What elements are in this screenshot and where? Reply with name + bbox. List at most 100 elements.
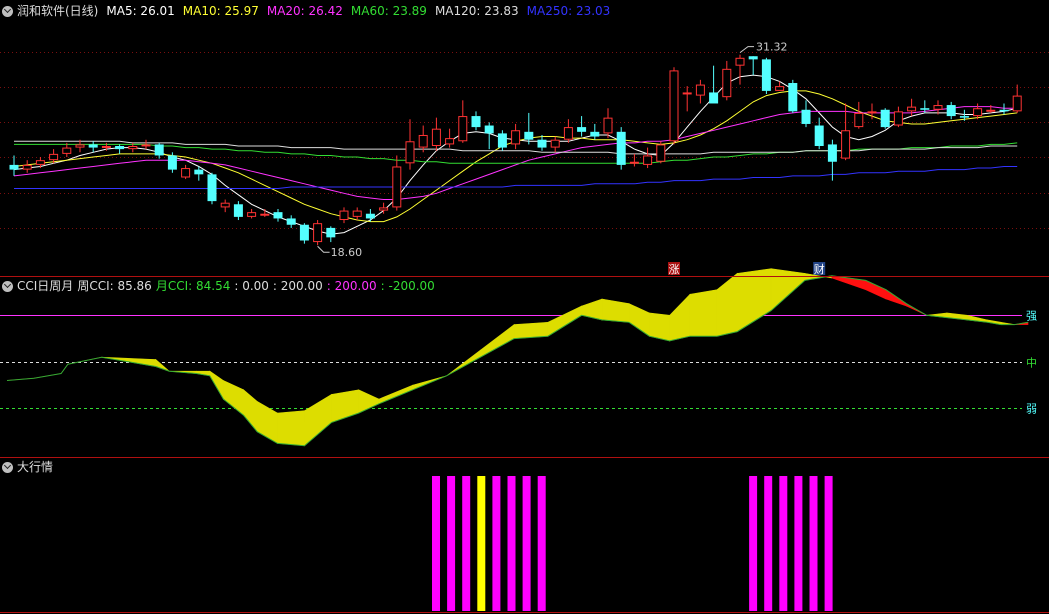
legend-item: MA10: 25.97 [182, 4, 259, 18]
candle-body-down [299, 224, 309, 241]
stock-chart[interactable]: 31.32 18.60 涨 财 强中弱 [0, 0, 1049, 614]
ma-legend: MA5: 26.01 MA10: 25.97 MA20: 26.42 MA60: 23… [106, 3, 618, 19]
legend-item: : 200.00 [326, 279, 377, 293]
trend-bar [749, 476, 758, 611]
candle-body-up [418, 134, 428, 148]
trend-bar [507, 476, 516, 611]
cci-reference-label: 弱 [1026, 403, 1037, 416]
cci-reference-label: 强 [1026, 310, 1037, 323]
cci-fill-segment [243, 389, 258, 433]
candle-body-up [260, 213, 270, 216]
cci-monthly-line [6, 275, 1029, 447]
legend-item: MA120: 23.83 [434, 4, 519, 18]
candle-body-down [616, 131, 626, 165]
cci-fill-segment [223, 380, 244, 417]
big-trend-title: 大行情 [17, 460, 54, 474]
high-annotation-line [739, 46, 754, 54]
trend-bar [809, 476, 818, 611]
candle-body-down [537, 139, 547, 148]
candle-body-up [629, 161, 639, 164]
candle-body-up [841, 130, 851, 159]
trend-bar [824, 476, 833, 611]
candle-body-up [62, 147, 72, 154]
candle-body-down [880, 109, 890, 128]
candle-body-up [22, 164, 32, 170]
candle-body-up [101, 146, 111, 148]
candle-body-down [9, 164, 19, 170]
candle-body-down [801, 109, 811, 124]
legend-item: MA5: 26.01 [106, 4, 175, 18]
candle-body-down [88, 144, 98, 148]
collapse-chevron-icon[interactable] [2, 5, 13, 17]
legend-item: 周CCI: 85.86 [77, 279, 152, 293]
candle-body-up [431, 128, 441, 147]
candle-body-up [656, 144, 666, 162]
candle-body-up [352, 210, 362, 217]
legend-item: MA60: 23.89 [350, 4, 427, 18]
candle-body-up [867, 111, 877, 114]
cci-fill-segment [669, 293, 691, 342]
cci-fill-segment [446, 349, 481, 377]
trend-bar [537, 476, 546, 611]
trend-bar [477, 476, 486, 611]
cci-fill-segment [277, 410, 305, 447]
cci-fill-segment [689, 289, 718, 337]
candle-body-up [643, 155, 653, 165]
candle-body-down [761, 59, 771, 91]
candle-body-up [511, 130, 521, 145]
trend-bar [462, 476, 471, 611]
candle-body-down [814, 125, 824, 146]
candle-body-up [128, 146, 138, 150]
event-marker-label: 涨 [669, 263, 680, 276]
candle-body-up [933, 105, 943, 110]
candle-body-down [115, 146, 125, 150]
stock-title: 润和软件(日线) [17, 4, 99, 18]
candle-body-down [577, 127, 587, 132]
event-marker-label: 财 [814, 262, 825, 276]
candle-body-up [458, 116, 468, 142]
cci-fill-segment [304, 393, 332, 447]
candle-body-up [682, 92, 692, 95]
candle-body-down [709, 92, 719, 104]
legend-item: : 200.00 [272, 279, 323, 293]
candle-body-down [788, 83, 798, 112]
candle-body-down [167, 155, 177, 170]
candle-body-up [220, 202, 230, 208]
candle-body-up [49, 153, 59, 161]
candle-body-down [999, 109, 1009, 112]
cci-fill-segment [601, 298, 630, 323]
candle-body-up [550, 139, 560, 148]
cci-title: CCI日周月 [17, 279, 74, 293]
candle-body-up [893, 111, 903, 126]
high-annotation-label: 31.32 [756, 41, 788, 54]
cci-fill-segment [581, 298, 603, 321]
cci-fill-segment [155, 358, 170, 372]
collapse-chevron-icon[interactable] [2, 280, 13, 292]
candle-body-down [326, 227, 336, 238]
candle-body-down [827, 144, 837, 162]
candle-body-up [339, 210, 349, 221]
candle-body-up [75, 144, 85, 148]
candlestick-panel: 31.32 18.60 涨 财 [0, 41, 1049, 276]
legend-item: MA20: 26.42 [266, 4, 343, 18]
cci-panel: 强中弱 [0, 268, 1037, 447]
candle-body-up [735, 57, 745, 66]
candle-body-up [603, 117, 613, 134]
main-panel-header: 润和软件(日线) MA5: 26.01 MA10: 25.97 MA20: 26.4… [2, 3, 618, 19]
candle-body-down [484, 125, 494, 134]
candle-body-up [392, 166, 402, 208]
collapse-chevron-icon[interactable] [2, 461, 13, 473]
trend-bar [522, 476, 531, 611]
candle-body-up [854, 112, 864, 128]
candle-body-up [1012, 95, 1022, 112]
candle-body-down [959, 116, 969, 118]
cci-fill-segment [378, 384, 413, 405]
cci-fill-segment [736, 268, 772, 333]
candle-body-down [233, 204, 243, 217]
candle-body-up [247, 212, 257, 217]
candle-body-up [907, 106, 917, 112]
cci-legend: 周CCI: 85.86 月CCI: 84.54: 0.00: 200.00: 20… [77, 278, 439, 294]
ma-line-ma10 [13, 90, 1018, 223]
cci-fill-segment [770, 268, 806, 312]
candle-body-down [194, 169, 204, 175]
